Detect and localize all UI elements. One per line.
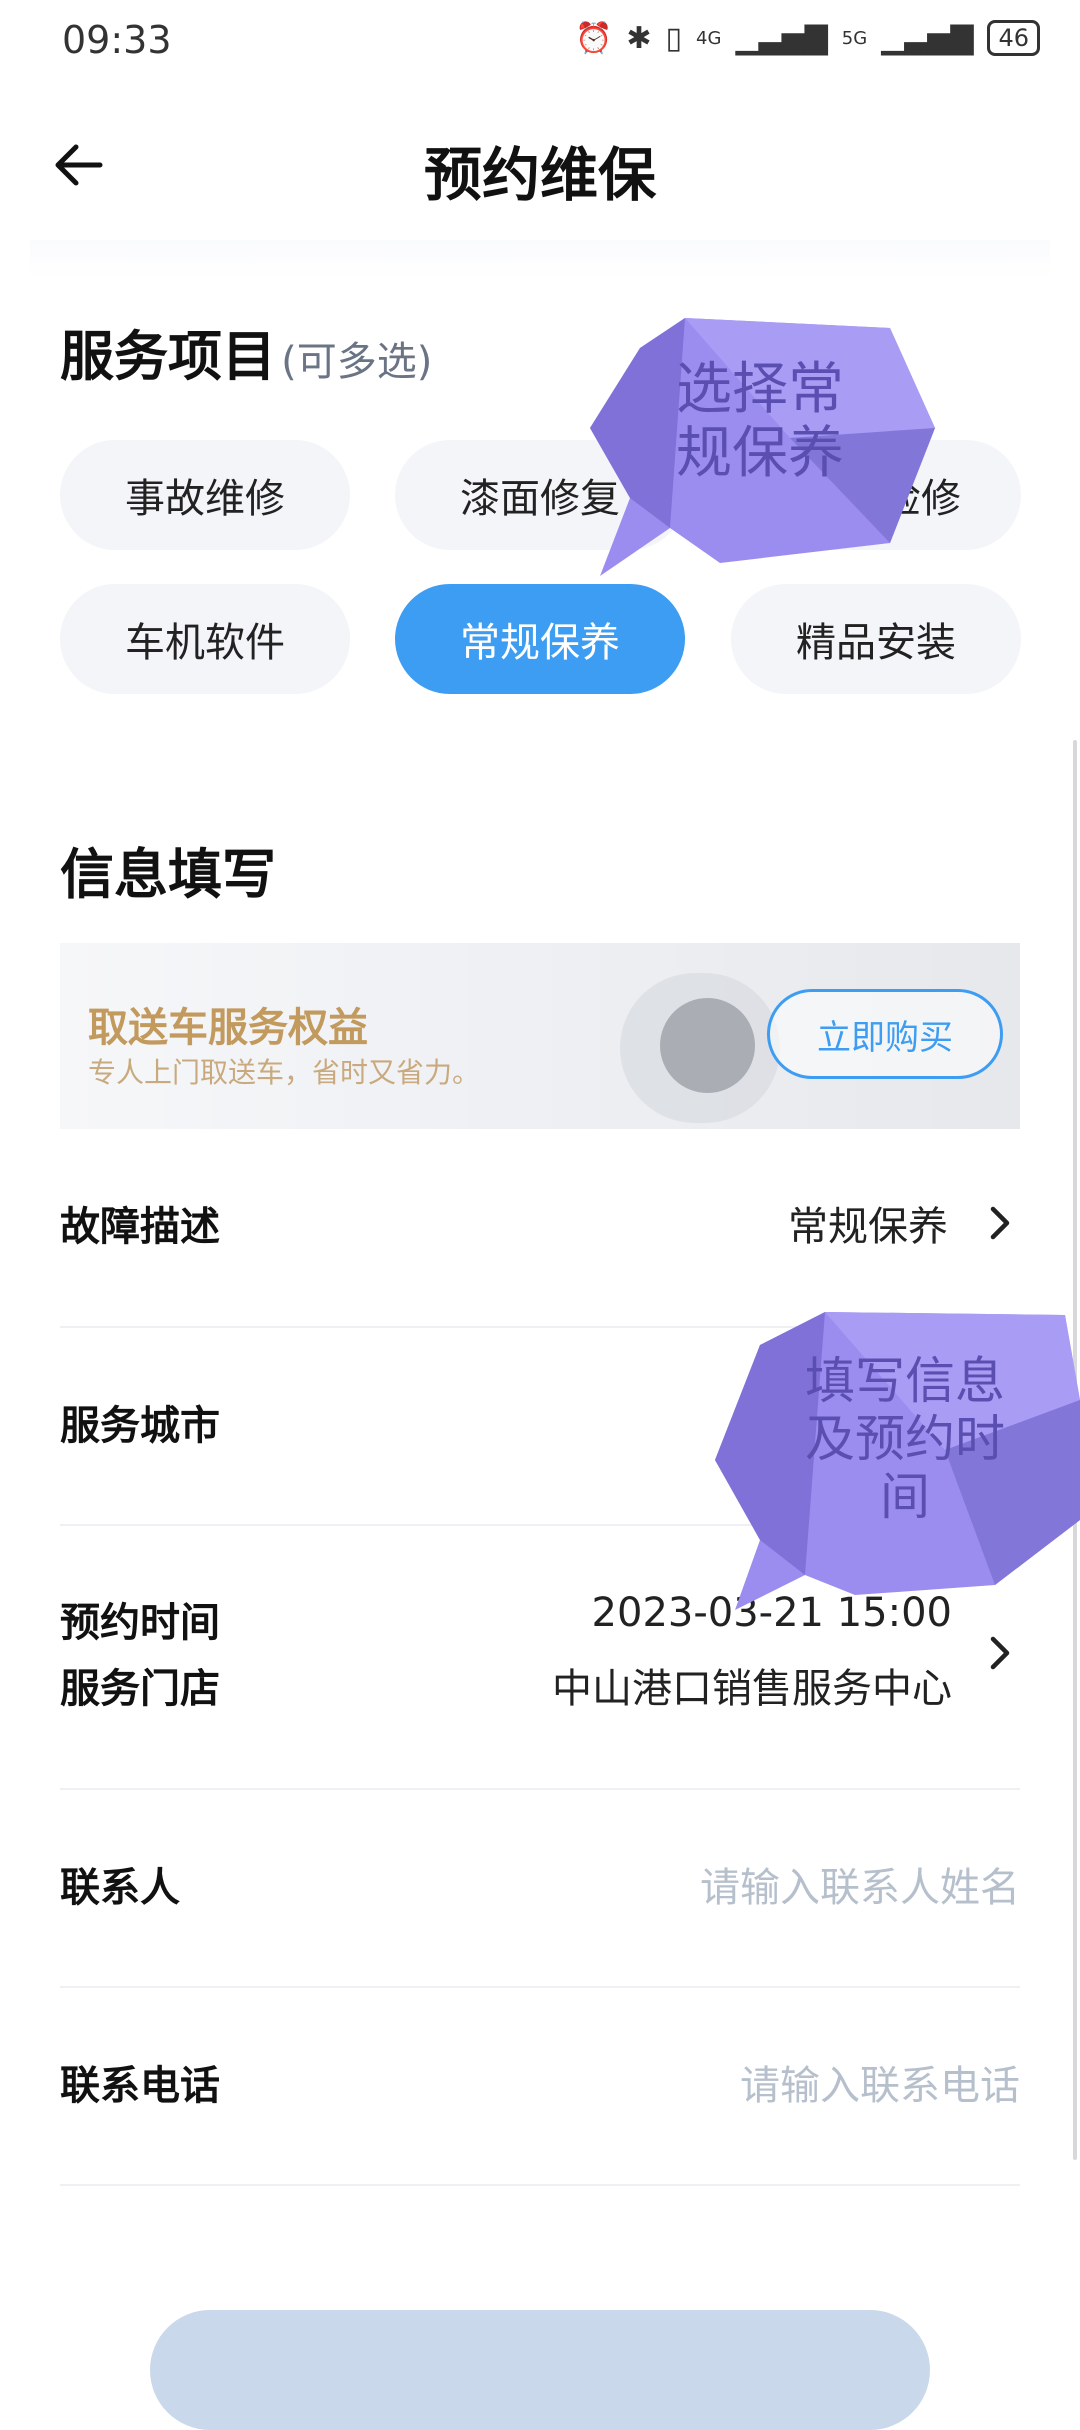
services-note: (可多选) xyxy=(281,339,433,385)
signal-icon: ▁▃▅▇ xyxy=(735,20,828,56)
chevron-right-icon[interactable] xyxy=(985,1633,1015,1673)
annotation-text-1-line2: 规保养 xyxy=(676,421,844,486)
status-icons: ⏰ ✱ ▯ 4G ▁▃▅▇ 5G ▁▃▅▇ 46 xyxy=(575,20,1040,56)
chevron-right-icon[interactable] xyxy=(985,1203,1015,1243)
services-title: 服务项目 xyxy=(60,325,276,388)
header-shadow xyxy=(30,240,1050,280)
signal-5g: 5G xyxy=(841,27,868,49)
chip-accessory-install[interactable]: 精品安装 xyxy=(731,584,1021,694)
phone-label: 联系电话 xyxy=(60,2063,220,2109)
phone-input[interactable]: 请输入联系电话 xyxy=(740,2053,1020,2111)
banner-knob-image xyxy=(660,998,755,1093)
annotation-text-2-line3: 间 xyxy=(880,1468,930,1526)
chip-regular-maintenance[interactable]: 常规保养 xyxy=(395,584,685,694)
contact-label: 联系人 xyxy=(60,1865,180,1911)
banner-subtitle: 专人上门取送车，省时又省力。 xyxy=(88,1056,481,1089)
signal-4g: 4G xyxy=(696,27,722,49)
annotation-text-2-line1: 填写信息 xyxy=(805,1352,1005,1410)
city-label: 服务城市 xyxy=(60,1403,220,1449)
annotation-text-1: 选择常 规保养 xyxy=(640,358,880,486)
chip-accident-repair[interactable]: 事故维修 xyxy=(60,440,350,550)
bluetooth-icon: ✱ xyxy=(626,20,652,56)
contact-input[interactable]: 请输入联系人姓名 xyxy=(700,1855,1020,1913)
submit-button[interactable] xyxy=(150,2310,930,2430)
annotation-text-2-line2: 及预约时 xyxy=(805,1410,1005,1468)
page-title: 预约维保 xyxy=(423,141,656,209)
annotation-text-2: 填写信息 及预约时 间 xyxy=(790,1352,1020,1526)
fault-value[interactable]: 常规保养 xyxy=(788,1194,948,1252)
divider xyxy=(60,1788,1020,1790)
divider xyxy=(60,2184,1020,2186)
store-label: 服务门店 xyxy=(60,1666,220,1712)
time-label: 预约时间 xyxy=(60,1600,220,1646)
info-section-title: 信息填写 xyxy=(60,843,276,906)
vibrate-icon: ▯ xyxy=(665,20,683,56)
store-value[interactable]: 中山港口销售服务中心 xyxy=(552,1656,952,1714)
status-time: 09:33 xyxy=(62,18,172,62)
buy-now-button[interactable]: 立即购买 xyxy=(767,989,1003,1079)
signal-icon-2: ▁▃▅▇ xyxy=(881,20,974,56)
pickup-service-banner[interactable]: 取送车服务权益 专人上门取送车，省时又省力。 立即购买 xyxy=(60,943,1020,1129)
chip-infotainment-software[interactable]: 车机软件 xyxy=(60,584,350,694)
banner-title: 取送车服务权益 xyxy=(88,1005,368,1051)
annotation-text-1-line1: 选择常 xyxy=(676,357,844,422)
alarm-icon: ⏰ xyxy=(575,20,613,56)
battery-icon: 46 xyxy=(987,20,1040,56)
services-section-title: 服务项目 (可多选) xyxy=(60,312,432,391)
fault-label: 故障描述 xyxy=(60,1204,220,1250)
divider xyxy=(60,1986,1020,1988)
